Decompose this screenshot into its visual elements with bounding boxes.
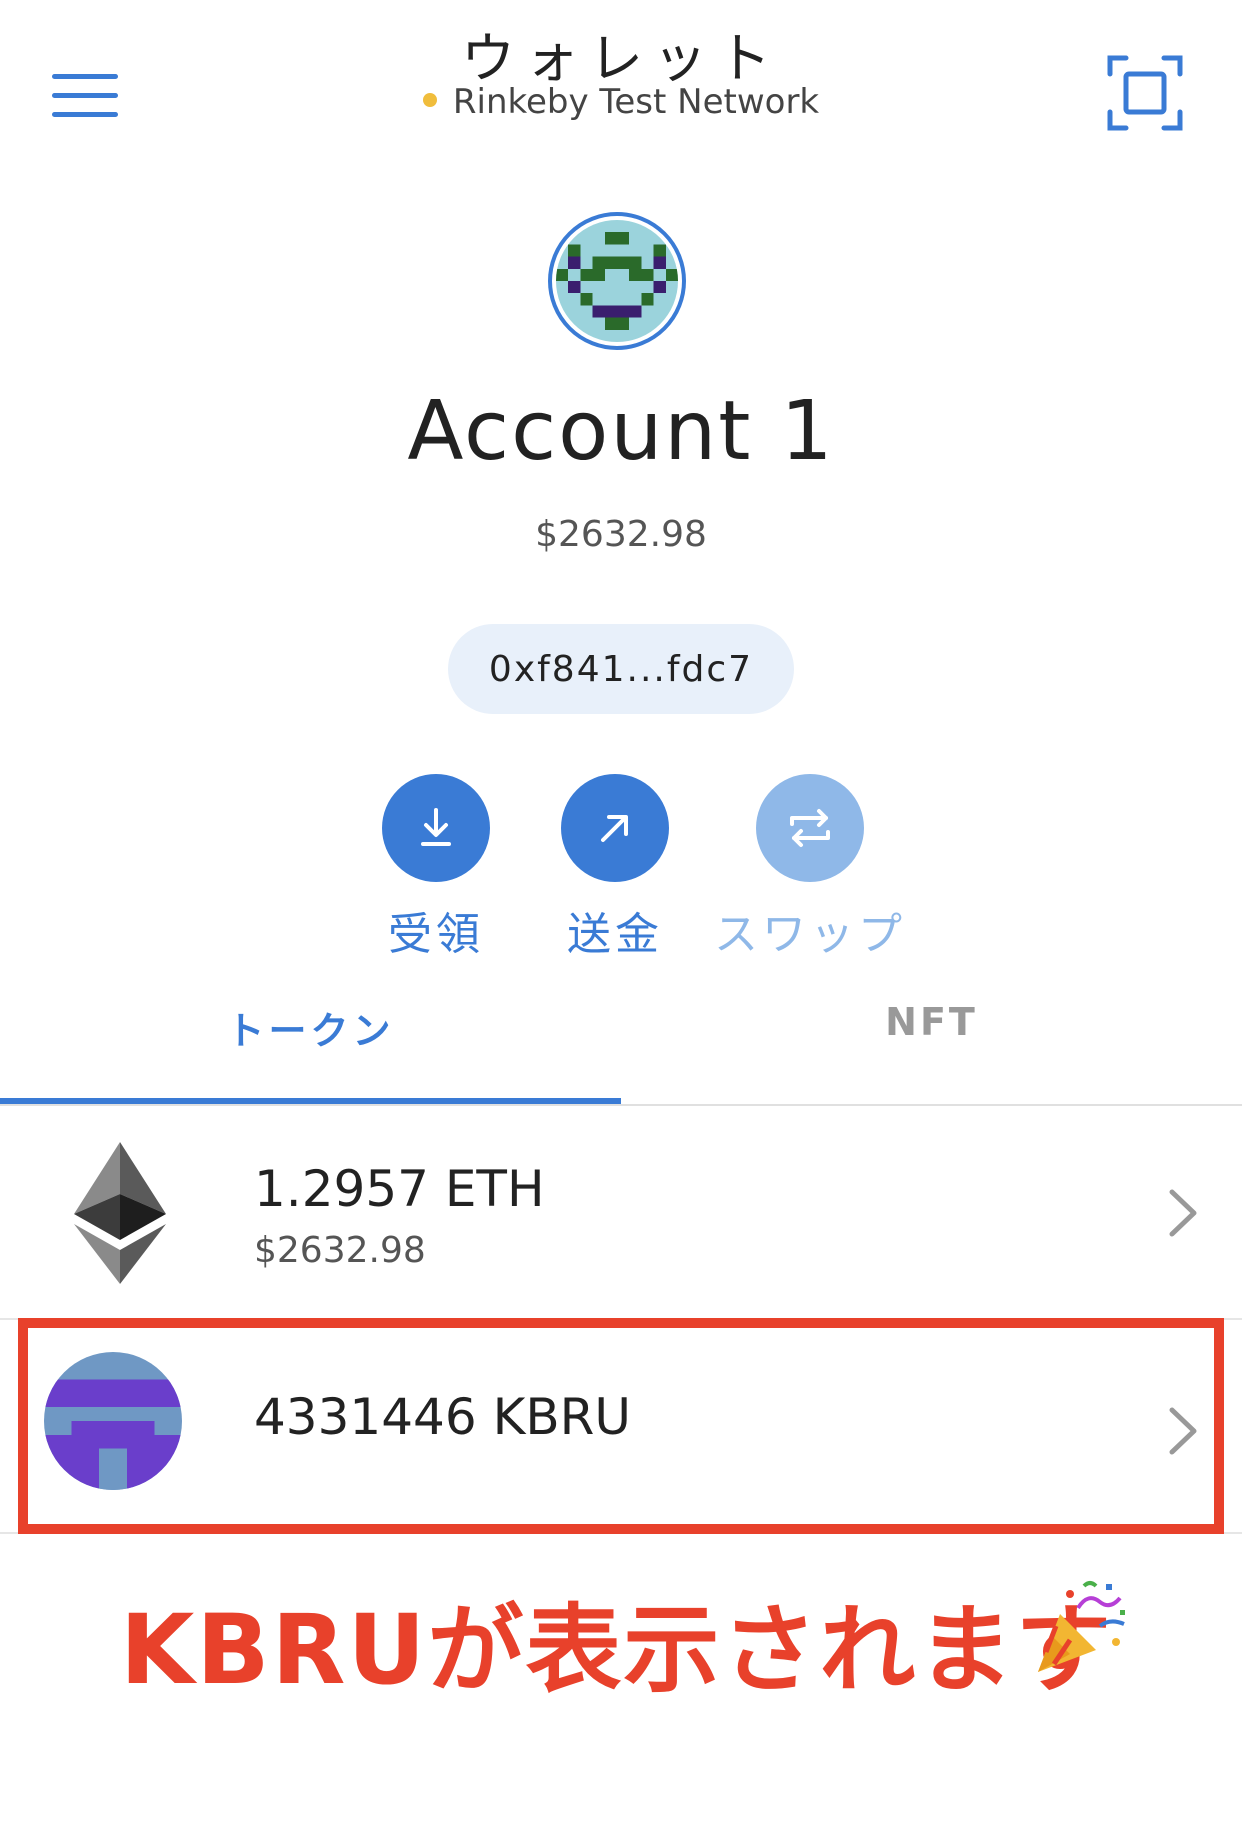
party-popper-icon [1030,1578,1130,1678]
account-avatar[interactable] [548,212,686,350]
ethereum-icon [74,1142,166,1284]
network-status-dot [422,92,437,107]
account-name[interactable]: Account 1 [0,384,1242,479]
send-button[interactable]: 送金 [525,774,705,962]
send-label: 送金 [567,909,663,960]
network-name: Rinkeby Test Network [452,82,820,122]
account-address-button[interactable]: 0xf841...fdc7 [448,624,794,714]
highlight-box [18,1318,1224,1534]
token-fiat-value: $2632.98 [254,1230,426,1271]
token-row-eth[interactable]: 1.2957 ETH $2632.98 [0,1108,1242,1318]
arrow-up-right-icon [561,774,669,882]
swap-icon [756,774,864,882]
annotation-caption: KBRUが表示されます [120,1594,1114,1706]
tab-divider [0,1104,1242,1106]
download-icon [382,774,490,882]
receive-label: 受領 [388,909,484,960]
swap-button[interactable]: スワップ [710,774,910,962]
account-balance: $2632.98 [535,514,707,555]
token-amount: 1.2957 ETH [254,1160,545,1218]
account-address: 0xf841...fdc7 [488,648,754,690]
tab-nft[interactable]: NFT [621,1000,1242,1044]
chevron-right-icon [1168,1188,1198,1238]
receive-button[interactable]: 受領 [346,774,526,962]
network-selector[interactable]: Rinkeby Test Network [0,82,1242,122]
qr-scan-icon[interactable] [1106,54,1184,132]
swap-label: スワップ [714,909,906,960]
tab-tokens[interactable]: トークン [0,1000,621,1055]
